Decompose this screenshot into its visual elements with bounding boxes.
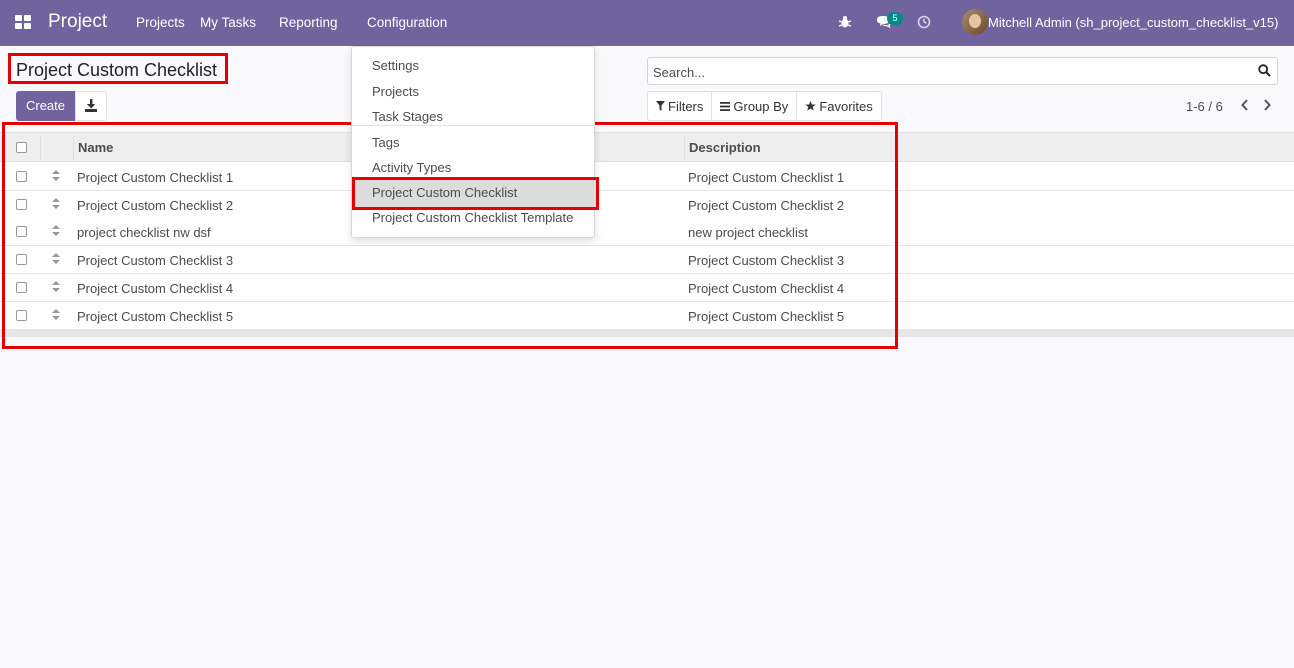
drag-handle-icon[interactable] (52, 170, 60, 181)
list-view-table: Name Description Project Custom Checklis… (0, 132, 1294, 337)
column-header-name[interactable]: Name (78, 140, 113, 155)
filter-icon (656, 101, 665, 111)
dropdown-item-project-custom-checklist[interactable]: Project Custom Checklist (354, 179, 597, 207)
table-header: Name Description (0, 132, 1294, 162)
app-brand[interactable]: Project (48, 11, 107, 33)
menu-my-tasks[interactable]: My Tasks (200, 15, 256, 30)
table-row[interactable]: Project Custom Checklist 4 Project Custom… (0, 273, 1294, 302)
cell-name: Project Custom Checklist 3 (77, 253, 234, 269)
cell-description: Project Custom Checklist 2 (688, 197, 845, 213)
drag-handle-icon[interactable] (52, 197, 60, 209)
search-box (647, 57, 1278, 85)
dropdown-item-tags[interactable]: Tags (372, 135, 399, 150)
drag-handle-icon[interactable] (52, 253, 60, 265)
drag-handle-icon[interactable] (52, 225, 60, 237)
export-button[interactable] (75, 91, 107, 121)
cell-description: Project Custom Checklist 3 (688, 253, 845, 269)
chevron-left-icon[interactable] (1240, 98, 1250, 112)
group-by-button[interactable]: Group By (712, 92, 798, 120)
row-checkbox[interactable] (16, 309, 27, 321)
menu-projects[interactable]: Projects (136, 15, 185, 30)
dropdown-item-activity-types[interactable]: Activity Types (372, 160, 451, 175)
bars-icon (720, 101, 731, 111)
apps-menu-icon[interactable] (15, 15, 32, 30)
top-navbar: Project Projects My Tasks Reporting Conf… (0, 0, 1294, 46)
create-button[interactable]: Create (16, 91, 75, 121)
cell-name: Project Custom Checklist 4 (77, 280, 234, 296)
user-name[interactable]: Mitchell Admin (sh_project_custom_checkl… (988, 15, 1278, 30)
dropdown-item-task-stages[interactable]: Task Stages (372, 109, 443, 124)
dropdown-divider (352, 125, 594, 126)
cell-description: new project checklist (688, 225, 808, 241)
filters-label: Filters (668, 98, 704, 114)
download-icon (85, 99, 97, 112)
row-checkbox[interactable] (16, 226, 27, 238)
table-footer (0, 329, 1294, 337)
star-icon (805, 101, 817, 111)
bug-icon[interactable] (838, 15, 852, 29)
cell-name: Project Custom Checklist 1 (77, 170, 234, 185)
cell-description: Project Custom Checklist 4 (688, 280, 845, 296)
drag-handle-icon[interactable] (52, 308, 60, 320)
search-panel-buttons: Filters Group By Favorites (647, 91, 882, 121)
pager-value[interactable]: 1-6 / 6 (1186, 99, 1223, 114)
menu-reporting[interactable]: Reporting (279, 15, 338, 30)
title-highlight-box (8, 53, 228, 84)
dropdown-item-projects[interactable]: Projects (372, 84, 419, 99)
cell-name: Project Custom Checklist 5 (77, 308, 234, 324)
row-checkbox[interactable] (16, 198, 27, 210)
select-all-checkbox[interactable] (16, 142, 27, 153)
search-input[interactable] (653, 63, 1243, 81)
dropdown-item-label: Project Custom Checklist (372, 185, 518, 200)
table-row[interactable]: Project Custom Checklist 2 Project Custom… (0, 190, 1294, 219)
row-checkbox[interactable] (16, 171, 27, 182)
row-checkbox[interactable] (16, 254, 27, 266)
cell-name: Project Custom Checklist 2 (77, 197, 234, 213)
table-row[interactable]: project checklist nw dsf new project chec… (0, 218, 1294, 247)
chevron-right-icon[interactable] (1262, 98, 1272, 112)
filters-button[interactable]: Filters (648, 92, 713, 120)
favorites-button[interactable]: Favorites (797, 92, 880, 120)
favorites-label: Favorites (819, 98, 873, 114)
dropdown-item-settings[interactable]: Settings (372, 58, 419, 73)
cell-description: Project Custom Checklist 5 (688, 308, 845, 324)
menu-configuration[interactable]: Configuration (367, 15, 447, 30)
group-by-label: Group By (733, 98, 789, 114)
search-icon[interactable] (1258, 64, 1271, 77)
table-row[interactable]: Project Custom Checklist 5 Project Custom… (0, 301, 1294, 330)
row-checkbox[interactable] (16, 281, 27, 293)
user-avatar[interactable] (962, 9, 988, 35)
column-header-description[interactable]: Description (689, 140, 761, 155)
table-row[interactable]: Project Custom Checklist 1 Project Custom… (0, 163, 1294, 191)
drag-handle-icon[interactable] (52, 280, 60, 292)
table-row[interactable]: Project Custom Checklist 3 Project Custom… (0, 246, 1294, 275)
dropdown-item-checklist-template[interactable]: Project Custom Checklist Template (372, 210, 573, 225)
activity-clock-icon[interactable] (917, 15, 931, 29)
cell-description: Project Custom Checklist 1 (688, 170, 845, 185)
messages-count-badge: 5 (887, 12, 903, 25)
cell-name: project checklist nw dsf (77, 225, 211, 241)
